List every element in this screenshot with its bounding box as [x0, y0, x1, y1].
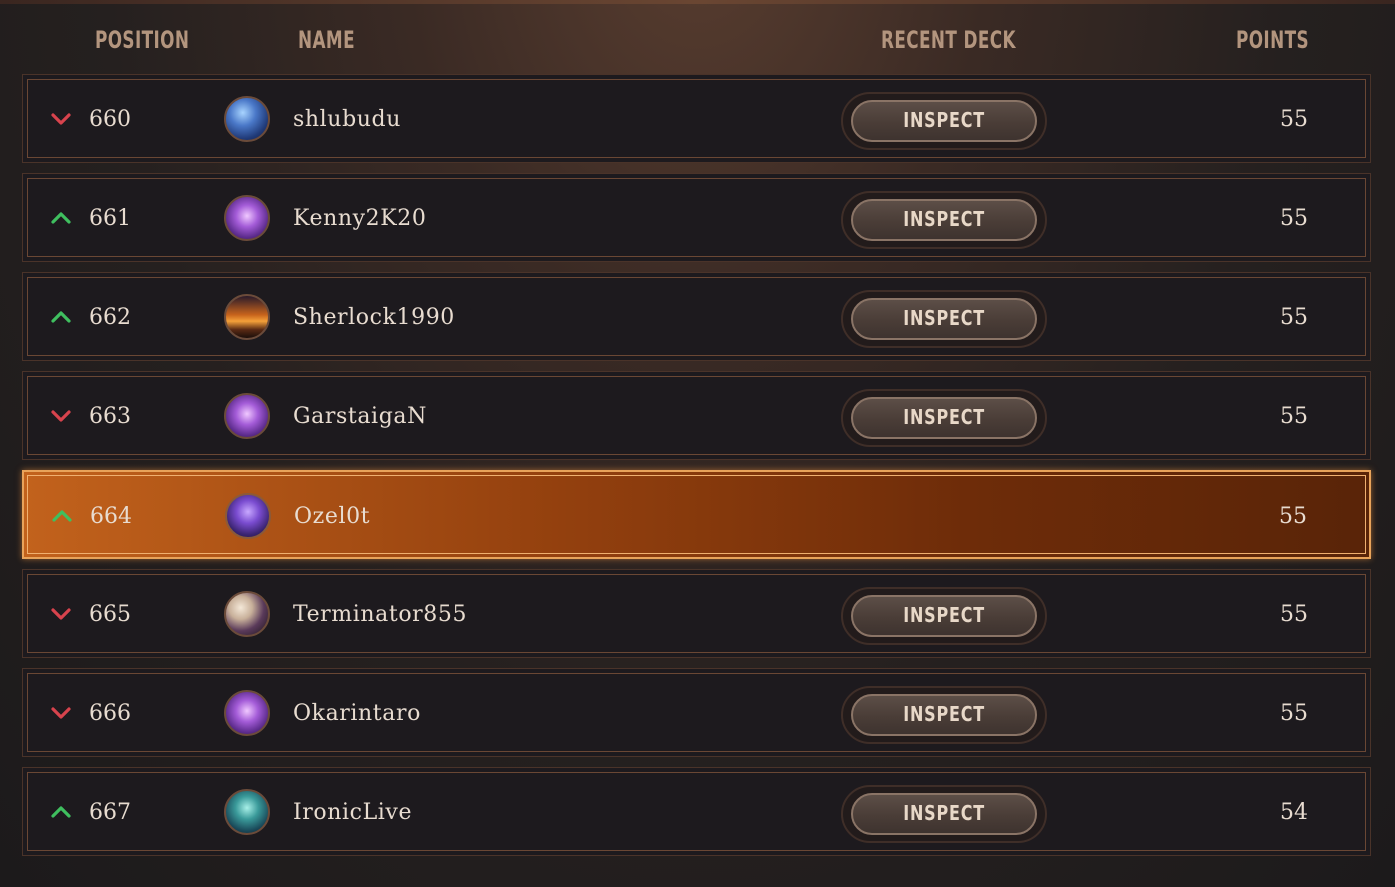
trend-down-icon [51, 707, 71, 719]
inspect-button[interactable]: INSPECT [841, 785, 1047, 843]
purple-crest-avatar [224, 195, 270, 241]
player-name[interactable]: GarstaigaN [293, 404, 427, 429]
inspect-button[interactable]: INSPECT [841, 686, 1047, 744]
rank-position: 662 [89, 305, 131, 330]
header-recent-deck: RECENT DECK [881, 26, 1016, 54]
inspect-label: INSPECT [903, 108, 985, 132]
trend-down-icon [51, 410, 71, 422]
trend-down-icon [51, 608, 71, 620]
points-value: 55 [1280, 701, 1308, 726]
leaderboard-row[interactable]: 663 GarstaigaN INSPECT 55 [22, 371, 1371, 460]
leaderboard-header: POSITION NAME RECENT DECK POINTS [0, 0, 1395, 80]
blue-mage-avatar [224, 96, 270, 142]
sunset-warrior-avatar [224, 294, 270, 340]
inspect-label: INSPECT [903, 801, 985, 825]
points-value: 55 [1280, 107, 1308, 132]
inspect-label: INSPECT [903, 306, 985, 330]
inspect-button[interactable]: INSPECT [841, 389, 1047, 447]
rank-position: 661 [89, 206, 131, 231]
inspect-button[interactable]: INSPECT [841, 92, 1047, 150]
rank-position: 666 [89, 701, 131, 726]
points-value: 54 [1280, 800, 1308, 825]
player-name[interactable]: Sherlock1990 [293, 305, 455, 330]
header-name: NAME [298, 26, 355, 54]
rank-position: 663 [89, 404, 131, 429]
player-name[interactable]: Kenny2K20 [293, 206, 426, 231]
leaderboard-row[interactable]: 665 Terminator855 INSPECT 55 [22, 569, 1371, 658]
leaderboard-row[interactable]: 660 shlubudu INSPECT 55 [22, 74, 1371, 163]
points-value: 55 [1279, 504, 1307, 529]
leaderboard-row[interactable]: 666 Okarintaro INSPECT 55 [22, 668, 1371, 757]
inspect-button[interactable]: INSPECT [841, 290, 1047, 348]
inspect-button[interactable]: INSPECT [841, 191, 1047, 249]
trend-up-icon [51, 212, 71, 224]
leaderboard-row[interactable]: 661 Kenny2K20 INSPECT 55 [22, 173, 1371, 262]
player-name[interactable]: Ozel0t [294, 504, 370, 529]
purple-crest-avatar [224, 393, 270, 439]
rank-position: 664 [90, 504, 132, 529]
trend-up-icon [52, 510, 72, 522]
hat-rider-avatar [224, 591, 270, 637]
trend-up-icon [51, 311, 71, 323]
points-value: 55 [1280, 305, 1308, 330]
inspect-label: INSPECT [903, 702, 985, 726]
inspect-label: INSPECT [903, 207, 985, 231]
player-name[interactable]: shlubudu [293, 107, 401, 132]
violet-knight-avatar [225, 493, 271, 539]
header-position: POSITION [95, 26, 190, 54]
trend-up-icon [51, 806, 71, 818]
leaderboard-row[interactable]: 667 IronicLive INSPECT 54 [22, 767, 1371, 856]
inspect-button[interactable]: INSPECT [841, 587, 1047, 645]
rank-position: 665 [89, 602, 131, 627]
inspect-label: INSPECT [903, 603, 985, 627]
leaderboard-row-current-player[interactable]: 664 Ozel0t 55 [22, 470, 1371, 559]
leaderboard-list: 660 shlubudu INSPECT 55 661 Kenny2K20 IN… [22, 74, 1371, 866]
points-value: 55 [1280, 206, 1308, 231]
player-name[interactable]: Terminator855 [293, 602, 467, 627]
rank-position: 660 [89, 107, 131, 132]
player-name[interactable]: Okarintaro [293, 701, 421, 726]
trend-down-icon [51, 113, 71, 125]
rank-position: 667 [89, 800, 131, 825]
purple-crest-avatar [224, 690, 270, 736]
inspect-label: INSPECT [903, 405, 985, 429]
player-name[interactable]: IronicLive [293, 800, 412, 825]
points-value: 55 [1280, 602, 1308, 627]
teal-hooded-avatar [224, 789, 270, 835]
header-points: POINTS [1236, 26, 1309, 54]
leaderboard-row[interactable]: 662 Sherlock1990 INSPECT 55 [22, 272, 1371, 361]
points-value: 55 [1280, 404, 1308, 429]
